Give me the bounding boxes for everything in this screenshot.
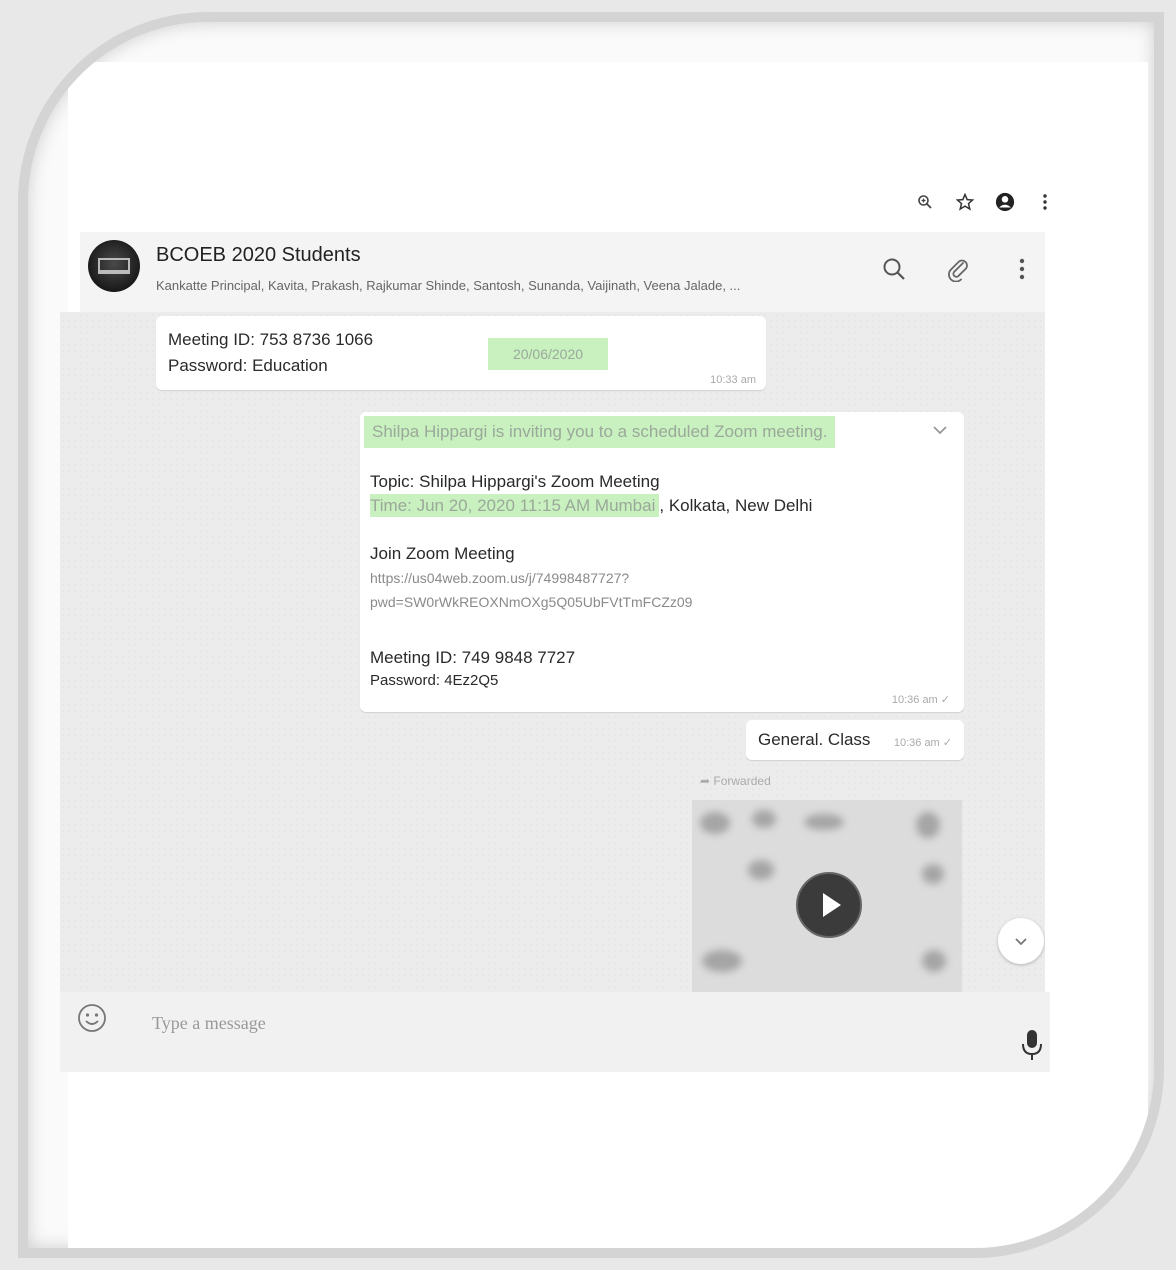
group-avatar[interactable] bbox=[88, 240, 140, 292]
search-icon[interactable] bbox=[879, 254, 909, 284]
forward-icon: ➦ bbox=[700, 774, 714, 788]
blur-shape bbox=[922, 950, 946, 972]
play-button[interactable] bbox=[796, 872, 862, 938]
message-line: Password: Education bbox=[168, 356, 328, 375]
message-line: Meeting ID: 753 8736 1066 bbox=[168, 330, 374, 349]
message-time: 10:36 am ✓ bbox=[891, 694, 950, 706]
zoom-icon[interactable] bbox=[915, 192, 935, 212]
building-icon bbox=[98, 258, 130, 274]
zoom-link-pwd[interactable]: pwd=SW0rWkREOXNmOXg5Q05UbFVtTmFCZz09 bbox=[370, 594, 692, 610]
message-bubble-meeting[interactable]: Meeting ID: 753 8736 1066 Password: Educ… bbox=[156, 316, 766, 390]
play-icon bbox=[822, 893, 841, 917]
message-text: General. Class bbox=[758, 730, 871, 749]
menu-icon[interactable] bbox=[1007, 254, 1037, 284]
attach-icon[interactable] bbox=[943, 254, 973, 284]
more-vert-icon[interactable] bbox=[1035, 192, 1055, 212]
forwarded-text: Forwarded bbox=[713, 774, 771, 788]
chevron-down-icon bbox=[1015, 937, 1027, 945]
join-label: Join Zoom Meeting bbox=[370, 544, 515, 563]
blur-shape bbox=[752, 810, 776, 828]
group-name[interactable]: BCOEB 2020 Students bbox=[156, 244, 361, 267]
blur-shape bbox=[916, 812, 940, 838]
group-members[interactable]: Kankatte Principal, Kavita, Prakash, Raj… bbox=[156, 278, 740, 293]
message-time: 10:36 am ✓ bbox=[893, 737, 952, 749]
forwarded-label: ➦ Forwarded bbox=[700, 774, 771, 788]
star-icon[interactable] bbox=[955, 192, 975, 212]
emoji-icon[interactable] bbox=[76, 1002, 108, 1034]
blur-shape bbox=[700, 812, 730, 834]
account-icon[interactable] bbox=[995, 192, 1015, 212]
message-bubble-general[interactable]: General. Class 10:36 am ✓ bbox=[746, 720, 964, 760]
mic-icon[interactable] bbox=[1018, 1028, 1046, 1062]
message-bubble-invite[interactable]: Shilpa Hippargi is inviting you to a sch… bbox=[360, 412, 964, 712]
meeting-topic: Topic: Shilpa Hippargi's Zoom Meeting bbox=[370, 472, 660, 491]
blur-shape bbox=[748, 860, 774, 880]
meeting-id: Meeting ID: 749 9848 7727 bbox=[370, 648, 576, 667]
blur-shape bbox=[922, 864, 944, 884]
composer-bar bbox=[60, 992, 1050, 1072]
video-thumbnail[interactable] bbox=[692, 800, 962, 992]
time-highlight: Time: Jun 20, 2020 11:15 AM Mumbai bbox=[370, 494, 660, 517]
date-highlight: 20/06/2020 bbox=[488, 338, 608, 370]
blur-shape bbox=[804, 814, 844, 830]
invite-highlight: Shilpa Hippargi is inviting you to a sch… bbox=[364, 416, 836, 448]
blur-shape bbox=[702, 950, 742, 972]
chat-header: BCOEB 2020 Students Kankatte Principal, … bbox=[80, 232, 1045, 313]
browser-toolbar bbox=[915, 192, 1055, 212]
time-rest: , Kolkata, New Delhi bbox=[659, 496, 813, 515]
message-input[interactable] bbox=[150, 1002, 974, 1044]
chevron-down-icon[interactable] bbox=[932, 422, 948, 440]
scroll-down-button[interactable] bbox=[998, 918, 1044, 964]
message-time: 10:33 am bbox=[710, 374, 756, 386]
zoom-link[interactable]: https://us04web.zoom.us/j/74998487727? bbox=[370, 570, 629, 586]
header-actions bbox=[879, 254, 1037, 284]
meeting-time: Time: Jun 20, 2020 11:15 AM Mumbai, Kolk… bbox=[370, 494, 813, 517]
meeting-password: Password: 4Ez2Q5 bbox=[370, 672, 499, 689]
message-list[interactable]: Meeting ID: 753 8736 1066 Password: Educ… bbox=[60, 312, 1045, 992]
